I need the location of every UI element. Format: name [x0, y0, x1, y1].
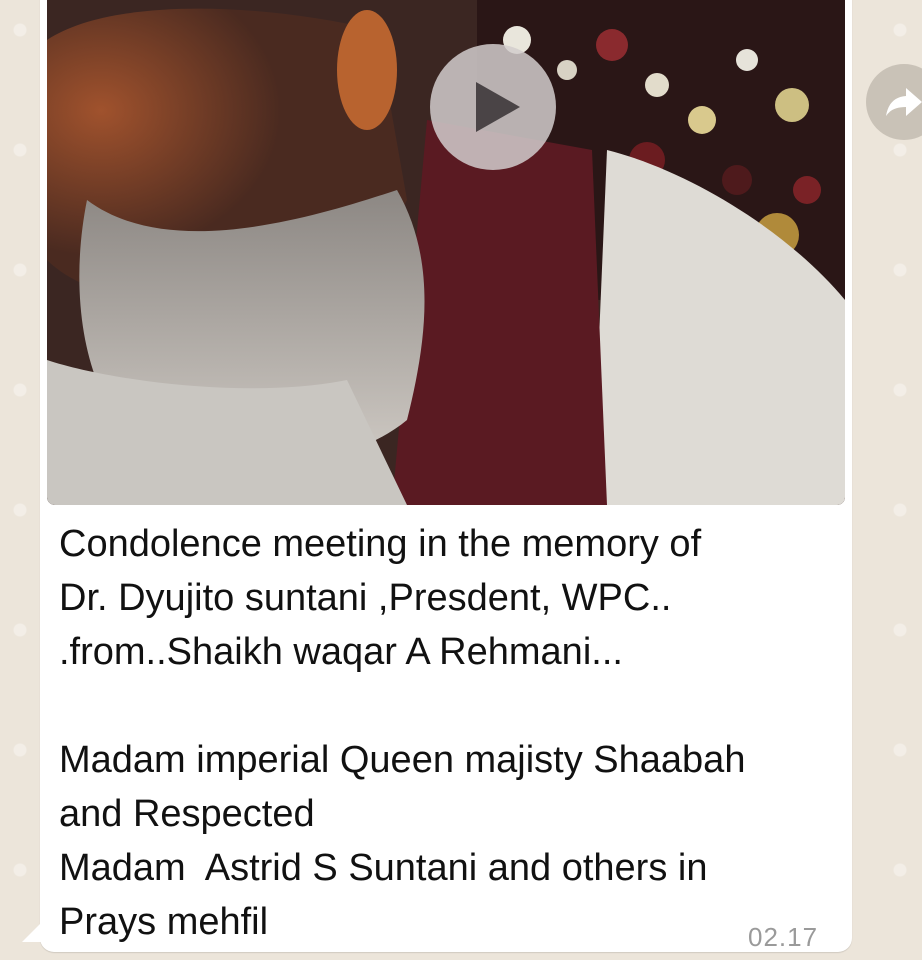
message-caption: Condolence meeting in the memory of Dr. … [59, 517, 834, 949]
play-icon [476, 82, 520, 132]
caption-line: Madam Astrid S Suntani and others in [59, 847, 708, 889]
caption-line [59, 679, 834, 733]
caption-line: Condolence meeting in the memory of [59, 523, 702, 565]
video-thumbnail[interactable] [47, 0, 845, 505]
play-button[interactable] [430, 44, 556, 170]
caption-line: and Respected [59, 793, 315, 835]
caption-line: .from..Shaikh waqar A Rehmani... [59, 631, 623, 673]
caption-line: Madam imperial Queen majisty Shaabah [59, 739, 746, 781]
forward-arrow-icon [886, 88, 922, 116]
caption-line: Dr. Dyujito suntani ,Presdent, WPC.. [59, 577, 672, 619]
caption-line: Prays mehfil [59, 901, 269, 943]
bubble-tail [22, 920, 44, 942]
message-timestamp: 02.17 [748, 922, 819, 952]
